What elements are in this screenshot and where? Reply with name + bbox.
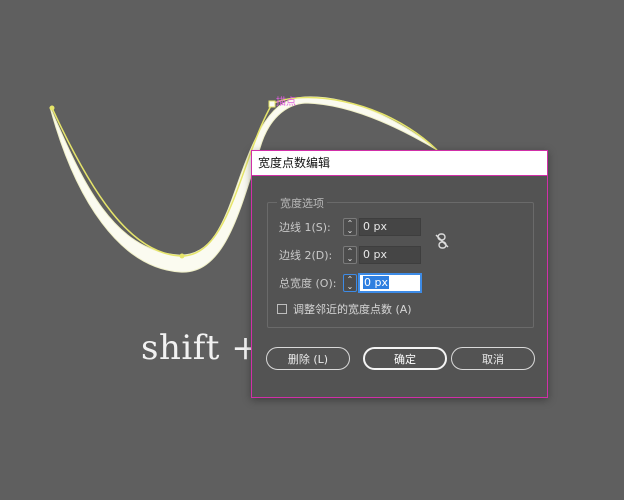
side1-label: 边线 1(S): [279,221,331,234]
side1-row: 边线 1(S): ⌃ ⌄ 0 px [279,217,421,237]
adjust-adjacent-checkbox[interactable] [277,304,287,314]
side1-input[interactable]: 0 px [359,218,421,236]
width-point-edit-dialog: 宽度点数编辑 宽度选项 边线 1(S): ⌃ ⌄ 0 px 边线 2(D): ⌃ ⌄… [251,150,548,398]
adjust-adjacent-label: 调整邻近的宽度点数 (A) [293,303,412,316]
anchor-point[interactable] [179,253,185,259]
total-width-label: 总宽度 (O): [279,277,337,290]
unlink-icon[interactable] [435,232,449,250]
total-width-value: 0 px [363,276,389,289]
side2-stepper[interactable]: ⌃ ⌄ [343,246,357,264]
side1-stepper[interactable]: ⌃ ⌄ [343,218,357,236]
side2-row: 边线 2(D): ⌃ ⌄ 0 px [279,245,421,265]
cancel-button[interactable]: 取消 [451,347,535,370]
group-title: 宽度选项 [277,195,327,211]
total-width-row: 总宽度 (O): ⌃ ⌄ 0 px [279,273,421,293]
ok-button[interactable]: 确定 [363,347,447,370]
adjust-adjacent-row[interactable]: 调整邻近的宽度点数 (A) [277,301,412,317]
total-width-input[interactable]: 0 px [359,274,421,292]
side2-label: 边线 2(D): [279,249,333,262]
dialog-title[interactable]: 宽度点数编辑 [252,151,547,176]
anchor-point-selected[interactable] [268,100,276,108]
anchor-point[interactable] [49,105,55,111]
delete-button[interactable]: 删除 (L) [266,347,350,370]
total-width-stepper[interactable]: ⌃ ⌄ [343,274,357,292]
anchor-label: 描点 [276,97,296,108]
side2-input[interactable]: 0 px [359,246,421,264]
